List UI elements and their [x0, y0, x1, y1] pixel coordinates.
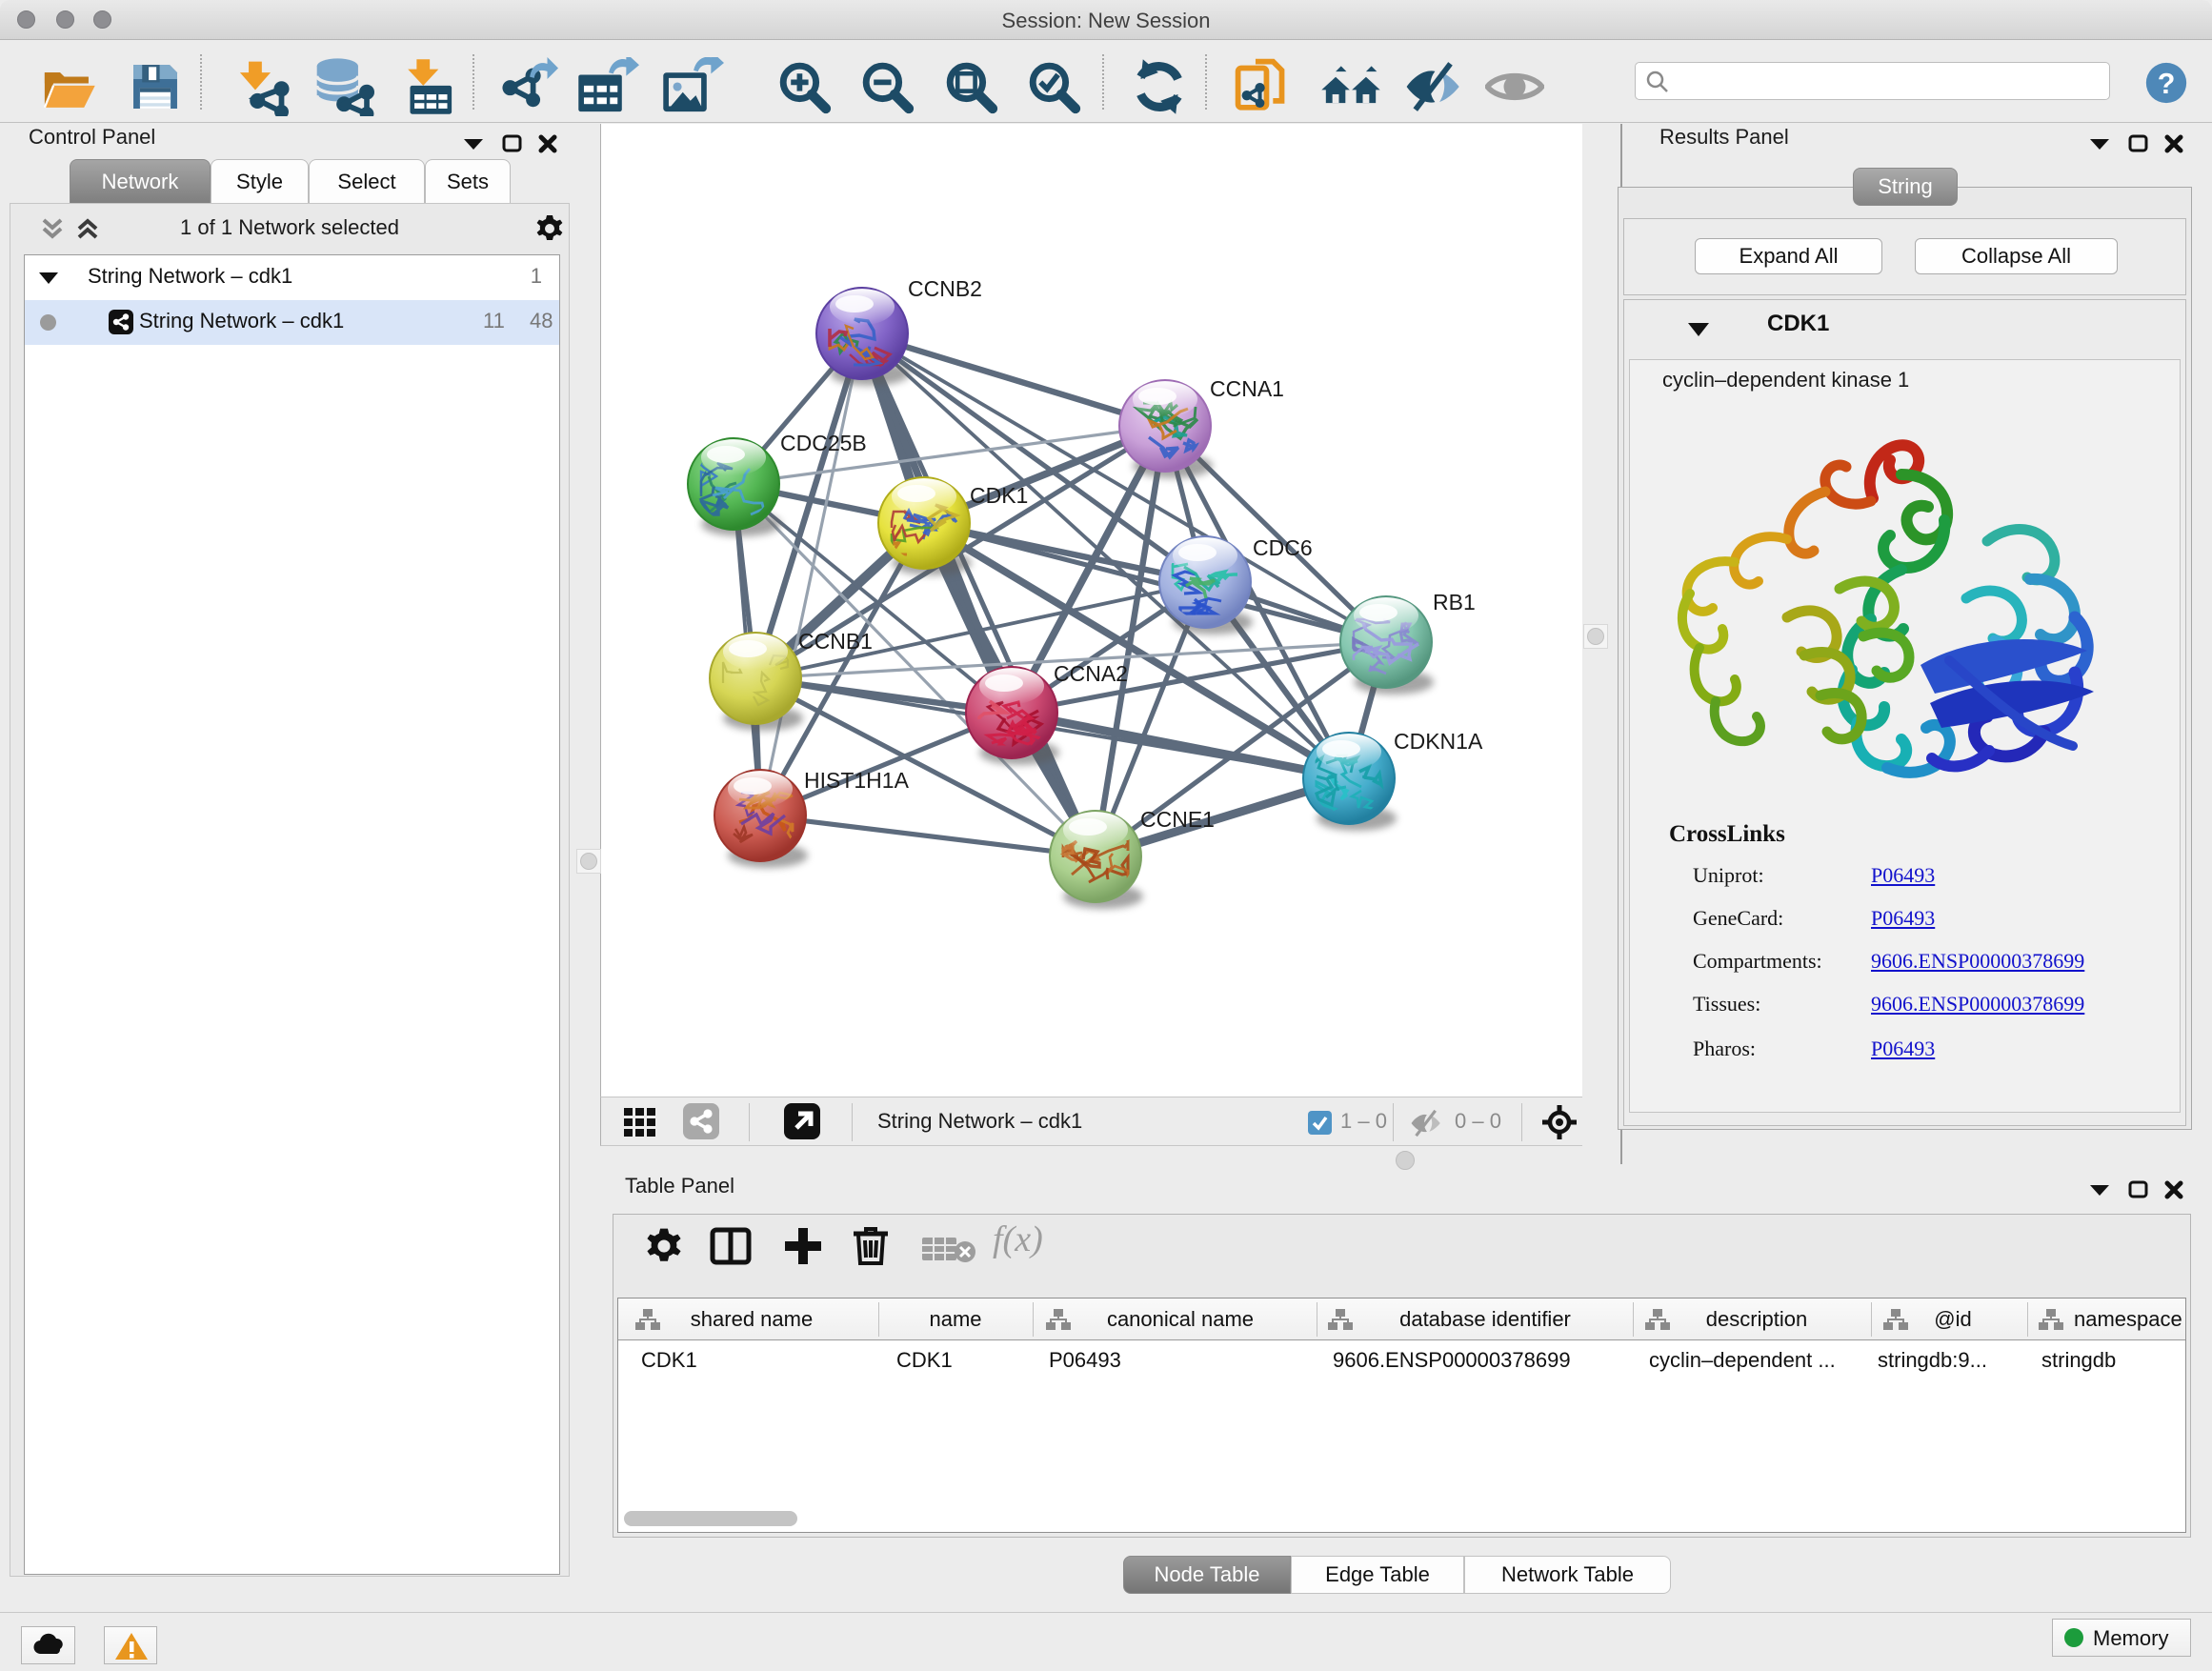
svg-text:CDC25B: CDC25B: [780, 431, 867, 455]
svg-text:CDK1: CDK1: [970, 483, 1028, 508]
svg-text:CDKN1A: CDKN1A: [1394, 729, 1483, 754]
svg-text:HIST1H1A: HIST1H1A: [804, 768, 910, 793]
svg-text:CCNB2: CCNB2: [908, 276, 982, 301]
svg-text:CCNA2: CCNA2: [1054, 661, 1128, 686]
svg-text:CCNA1: CCNA1: [1210, 376, 1284, 401]
svg-text:?: ?: [2158, 68, 2176, 100]
svg-text:CCNE1: CCNE1: [1140, 807, 1215, 832]
svg-text:CCNB1: CCNB1: [798, 629, 873, 654]
svg-text:CDC6: CDC6: [1253, 535, 1313, 560]
svg-text:RB1: RB1: [1433, 590, 1476, 614]
